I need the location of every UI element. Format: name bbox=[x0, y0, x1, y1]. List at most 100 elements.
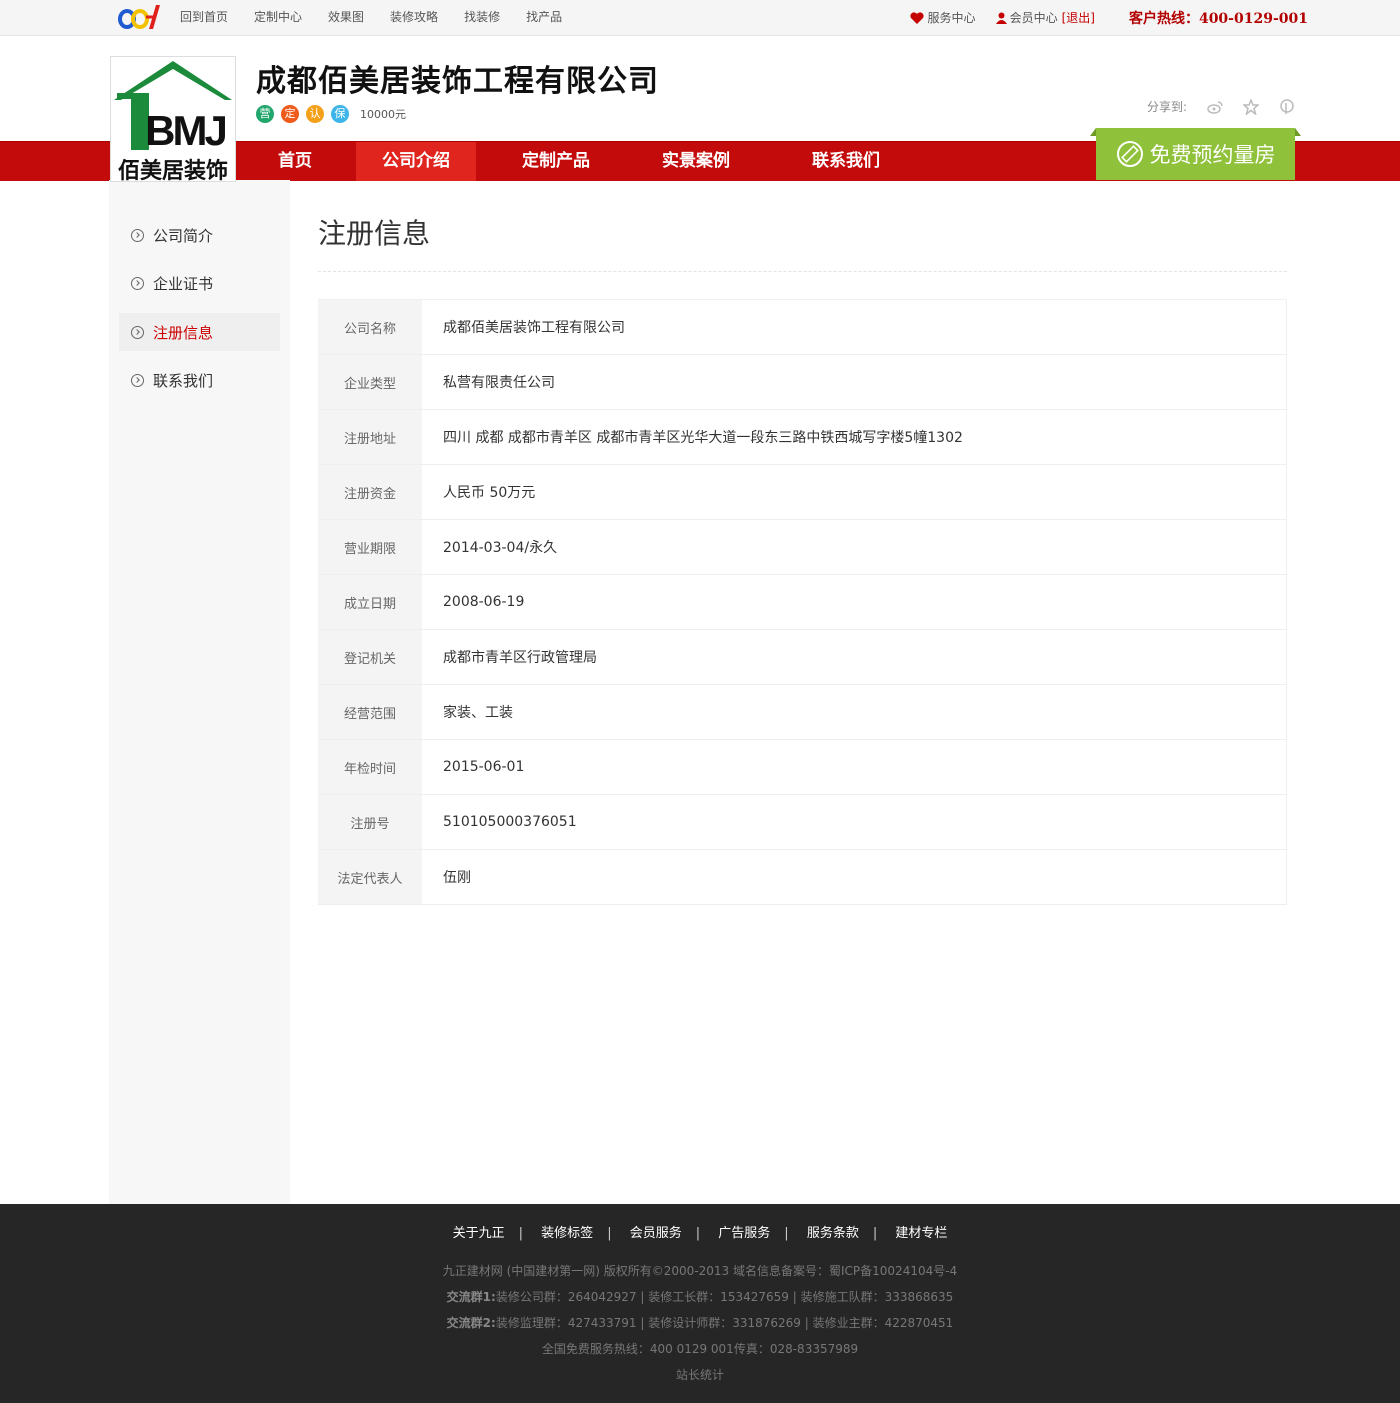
footer-separator: | bbox=[872, 1226, 878, 1241]
top-nav-home[interactable]: 回到首页 bbox=[180, 0, 228, 35]
nav-real-cases[interactable]: 实景案例 bbox=[636, 142, 756, 181]
footer-link-member-services[interactable]: 会员服务 bbox=[630, 1226, 682, 1241]
field-label: 企业类型 bbox=[318, 354, 422, 410]
footer-separator: | bbox=[695, 1226, 701, 1241]
table-row: 成立日期 2008-06-19 bbox=[318, 574, 1287, 630]
service-center-link[interactable]: 服务中心 bbox=[909, 9, 976, 26]
sidebar-item-registration-info[interactable]: 注册信息 bbox=[119, 313, 280, 351]
footer-hotline: 全国免费服务热线：400 0129 001传真：028-83357989 bbox=[541, 1342, 859, 1356]
footer-link-terms[interactable]: 服务条款 bbox=[807, 1226, 859, 1241]
top-right: 服务中心 会员中心 [退出] 客户热线：400-0129-001 bbox=[909, 0, 1308, 35]
footer-group-2-text: 装修监理群：427433791 | 装修设计师群：331876269 | 装修业… bbox=[495, 1316, 954, 1330]
top-nav-custom-center[interactable]: 定制中心 bbox=[254, 0, 302, 35]
field-label: 注册地址 bbox=[318, 409, 422, 465]
ruler-icon bbox=[1116, 141, 1143, 167]
site-logo-icon[interactable] bbox=[118, 3, 160, 31]
table-row: 营业期限 2014-03-04/永久 bbox=[318, 519, 1287, 575]
free-measure-label: 免费预约量房 bbox=[1149, 143, 1276, 167]
footer-link-tags[interactable]: 装修标签 bbox=[541, 1226, 593, 1241]
field-value: 成都市青羊区行政管理局 bbox=[422, 629, 1287, 685]
badge-business-license[interactable]: 营 bbox=[256, 105, 274, 123]
footer: 关于九正 | 装修标签 | 会员服务 | 广告服务 | 服务条款 | 建材专栏 九正建材网… bbox=[0, 1204, 1400, 1403]
footer-separator: | bbox=[518, 1226, 524, 1241]
chevron-circle-icon bbox=[131, 276, 144, 290]
table-row: 法定代表人 伍刚 bbox=[318, 849, 1287, 905]
member-center-link[interactable]: 会员中心 bbox=[995, 9, 1058, 26]
footer-group-1: 交流群1:装修公司群：264042927 | 装修工长群：153427659 |… bbox=[0, 1288, 1400, 1305]
sidebar: 公司简介 企业证书 注册信息 联系我们 bbox=[109, 180, 290, 1204]
company-name: 成都佰美居装饰工程有限公司 bbox=[256, 64, 659, 99]
footer-group-2-label: 交流群2: bbox=[446, 1316, 496, 1330]
footer-separator: | bbox=[607, 1226, 612, 1241]
table-row: 年检时间 2015-06-01 bbox=[318, 739, 1287, 795]
top-nav: 回到首页 定制中心 效果图 装修攻略 找装修 找产品 bbox=[180, 0, 588, 35]
sidebar-item-certificates[interactable]: 企业证书 bbox=[119, 264, 280, 302]
footer-group-1-label: 交流群1: bbox=[446, 1290, 496, 1304]
footer-link-materials[interactable]: 建材专栏 bbox=[895, 1226, 947, 1241]
weibo-icon[interactable] bbox=[1207, 99, 1223, 115]
table-row: 经营范围 家装、工装 bbox=[318, 684, 1287, 740]
sidebar-item-label: 公司简介 bbox=[153, 226, 214, 245]
star-icon[interactable] bbox=[1243, 98, 1259, 115]
field-label: 公司名称 bbox=[318, 299, 422, 355]
table-row: 注册号 510105000376051 bbox=[318, 794, 1287, 850]
top-nav-decoration-guide[interactable]: 装修攻略 bbox=[390, 0, 438, 35]
field-value: 成都佰美居装饰工程有限公司 bbox=[422, 299, 1287, 355]
nav-custom-products[interactable]: 定制产品 bbox=[476, 142, 636, 181]
badge-custom[interactable]: 定 bbox=[281, 105, 299, 123]
field-label: 年检时间 bbox=[318, 739, 422, 795]
field-label: 注册号 bbox=[318, 794, 422, 850]
registration-info-table: 公司名称 成都佰美居装饰工程有限公司 企业类型 私营有限责任公司 注册地址 四川 成都 成… bbox=[318, 299, 1287, 905]
table-row: 注册地址 四川 成都 成都市青羊区 成都市青羊区光华大道一段东三路中铁西城写字楼5… bbox=[318, 409, 1287, 465]
service-center-label: 服务中心 bbox=[927, 11, 976, 25]
sidebar-item-company-profile[interactable]: 公司简介 bbox=[119, 216, 280, 254]
company-logo[interactable]: BMJ 佰美居装饰 bbox=[110, 56, 236, 182]
title-divider bbox=[318, 271, 1287, 272]
page-title: 注册信息 bbox=[318, 217, 431, 250]
table-row: 注册资金 人民币 50万元 bbox=[318, 464, 1287, 520]
field-label: 营业期限 bbox=[318, 519, 422, 575]
free-measure-button[interactable]: 免费预约量房 bbox=[1096, 128, 1295, 180]
field-label: 法定代表人 bbox=[318, 849, 422, 905]
table-row: 企业类型 私营有限责任公司 bbox=[318, 354, 1287, 410]
field-label: 注册资金 bbox=[318, 464, 422, 520]
field-value: 人民币 50万元 bbox=[422, 464, 1287, 520]
field-label: 经营范围 bbox=[318, 684, 422, 740]
nav-company-intro[interactable]: 公司介绍 bbox=[356, 142, 476, 181]
footer-links: 关于九正 | 装修标签 | 会员服务 | 广告服务 | 服务条款 | 建材专栏 bbox=[0, 1222, 1400, 1241]
top-nav-find-decoration[interactable]: 找装修 bbox=[464, 0, 500, 35]
field-label: 成立日期 bbox=[318, 574, 422, 630]
member-center-label: 会员中心 bbox=[1009, 11, 1058, 25]
field-value: 2008-06-19 bbox=[422, 574, 1287, 630]
field-value: 私营有限责任公司 bbox=[422, 354, 1287, 410]
share-bar: 分享到: bbox=[1147, 98, 1295, 115]
nav-home[interactable]: 首页 bbox=[234, 142, 356, 181]
footer-copyright: 九正建材网 (中国建材第一网) 版权所有©2000-2013 域名信息备案号：蜀… bbox=[442, 1264, 958, 1278]
badge-guarantee[interactable]: 保 bbox=[331, 105, 349, 123]
table-row: 登记机关 成都市青羊区行政管理局 bbox=[318, 629, 1287, 685]
field-value: 伍刚 bbox=[422, 849, 1287, 905]
footer-group-1-text: 装修公司群：264042927 | 装修工长群：153427659 | 装修施工… bbox=[495, 1290, 954, 1304]
sidebar-item-label: 注册信息 bbox=[153, 323, 214, 342]
footer-separator: | bbox=[784, 1226, 789, 1241]
sidebar-item-label: 联系我们 bbox=[153, 371, 214, 390]
top-nav-renderings[interactable]: 效果图 bbox=[328, 0, 364, 35]
badge-certified[interactable]: 认 bbox=[306, 105, 324, 123]
certification-badges: 营 定 认 保 10000元 bbox=[256, 105, 406, 123]
chevron-circle-icon bbox=[131, 228, 144, 242]
footer-stats-link[interactable]: 站长统计 bbox=[0, 1366, 1400, 1383]
heart-icon bbox=[909, 11, 924, 24]
share-circle-icon[interactable] bbox=[1279, 98, 1295, 115]
user-icon bbox=[995, 12, 1007, 24]
sidebar-item-contact-us[interactable]: 联系我们 bbox=[119, 361, 280, 399]
top-bar: 回到首页 定制中心 效果图 装修攻略 找装修 找产品 服务中心 会员中心 [退出… bbox=[0, 0, 1400, 36]
footer-link-ad-services[interactable]: 广告服务 bbox=[718, 1226, 770, 1241]
top-nav-find-products[interactable]: 找产品 bbox=[526, 0, 562, 35]
field-value: 2014-03-04/永久 bbox=[422, 519, 1287, 575]
footer-link-about[interactable]: 关于九正 bbox=[453, 1226, 505, 1241]
field-value: 2015-06-01 bbox=[422, 739, 1287, 795]
logout-link[interactable]: [退出] bbox=[1062, 9, 1095, 26]
nav-contact-us[interactable]: 联系我们 bbox=[756, 142, 936, 181]
field-value: 家装、工装 bbox=[422, 684, 1287, 740]
sidebar-item-label: 企业证书 bbox=[153, 274, 214, 293]
